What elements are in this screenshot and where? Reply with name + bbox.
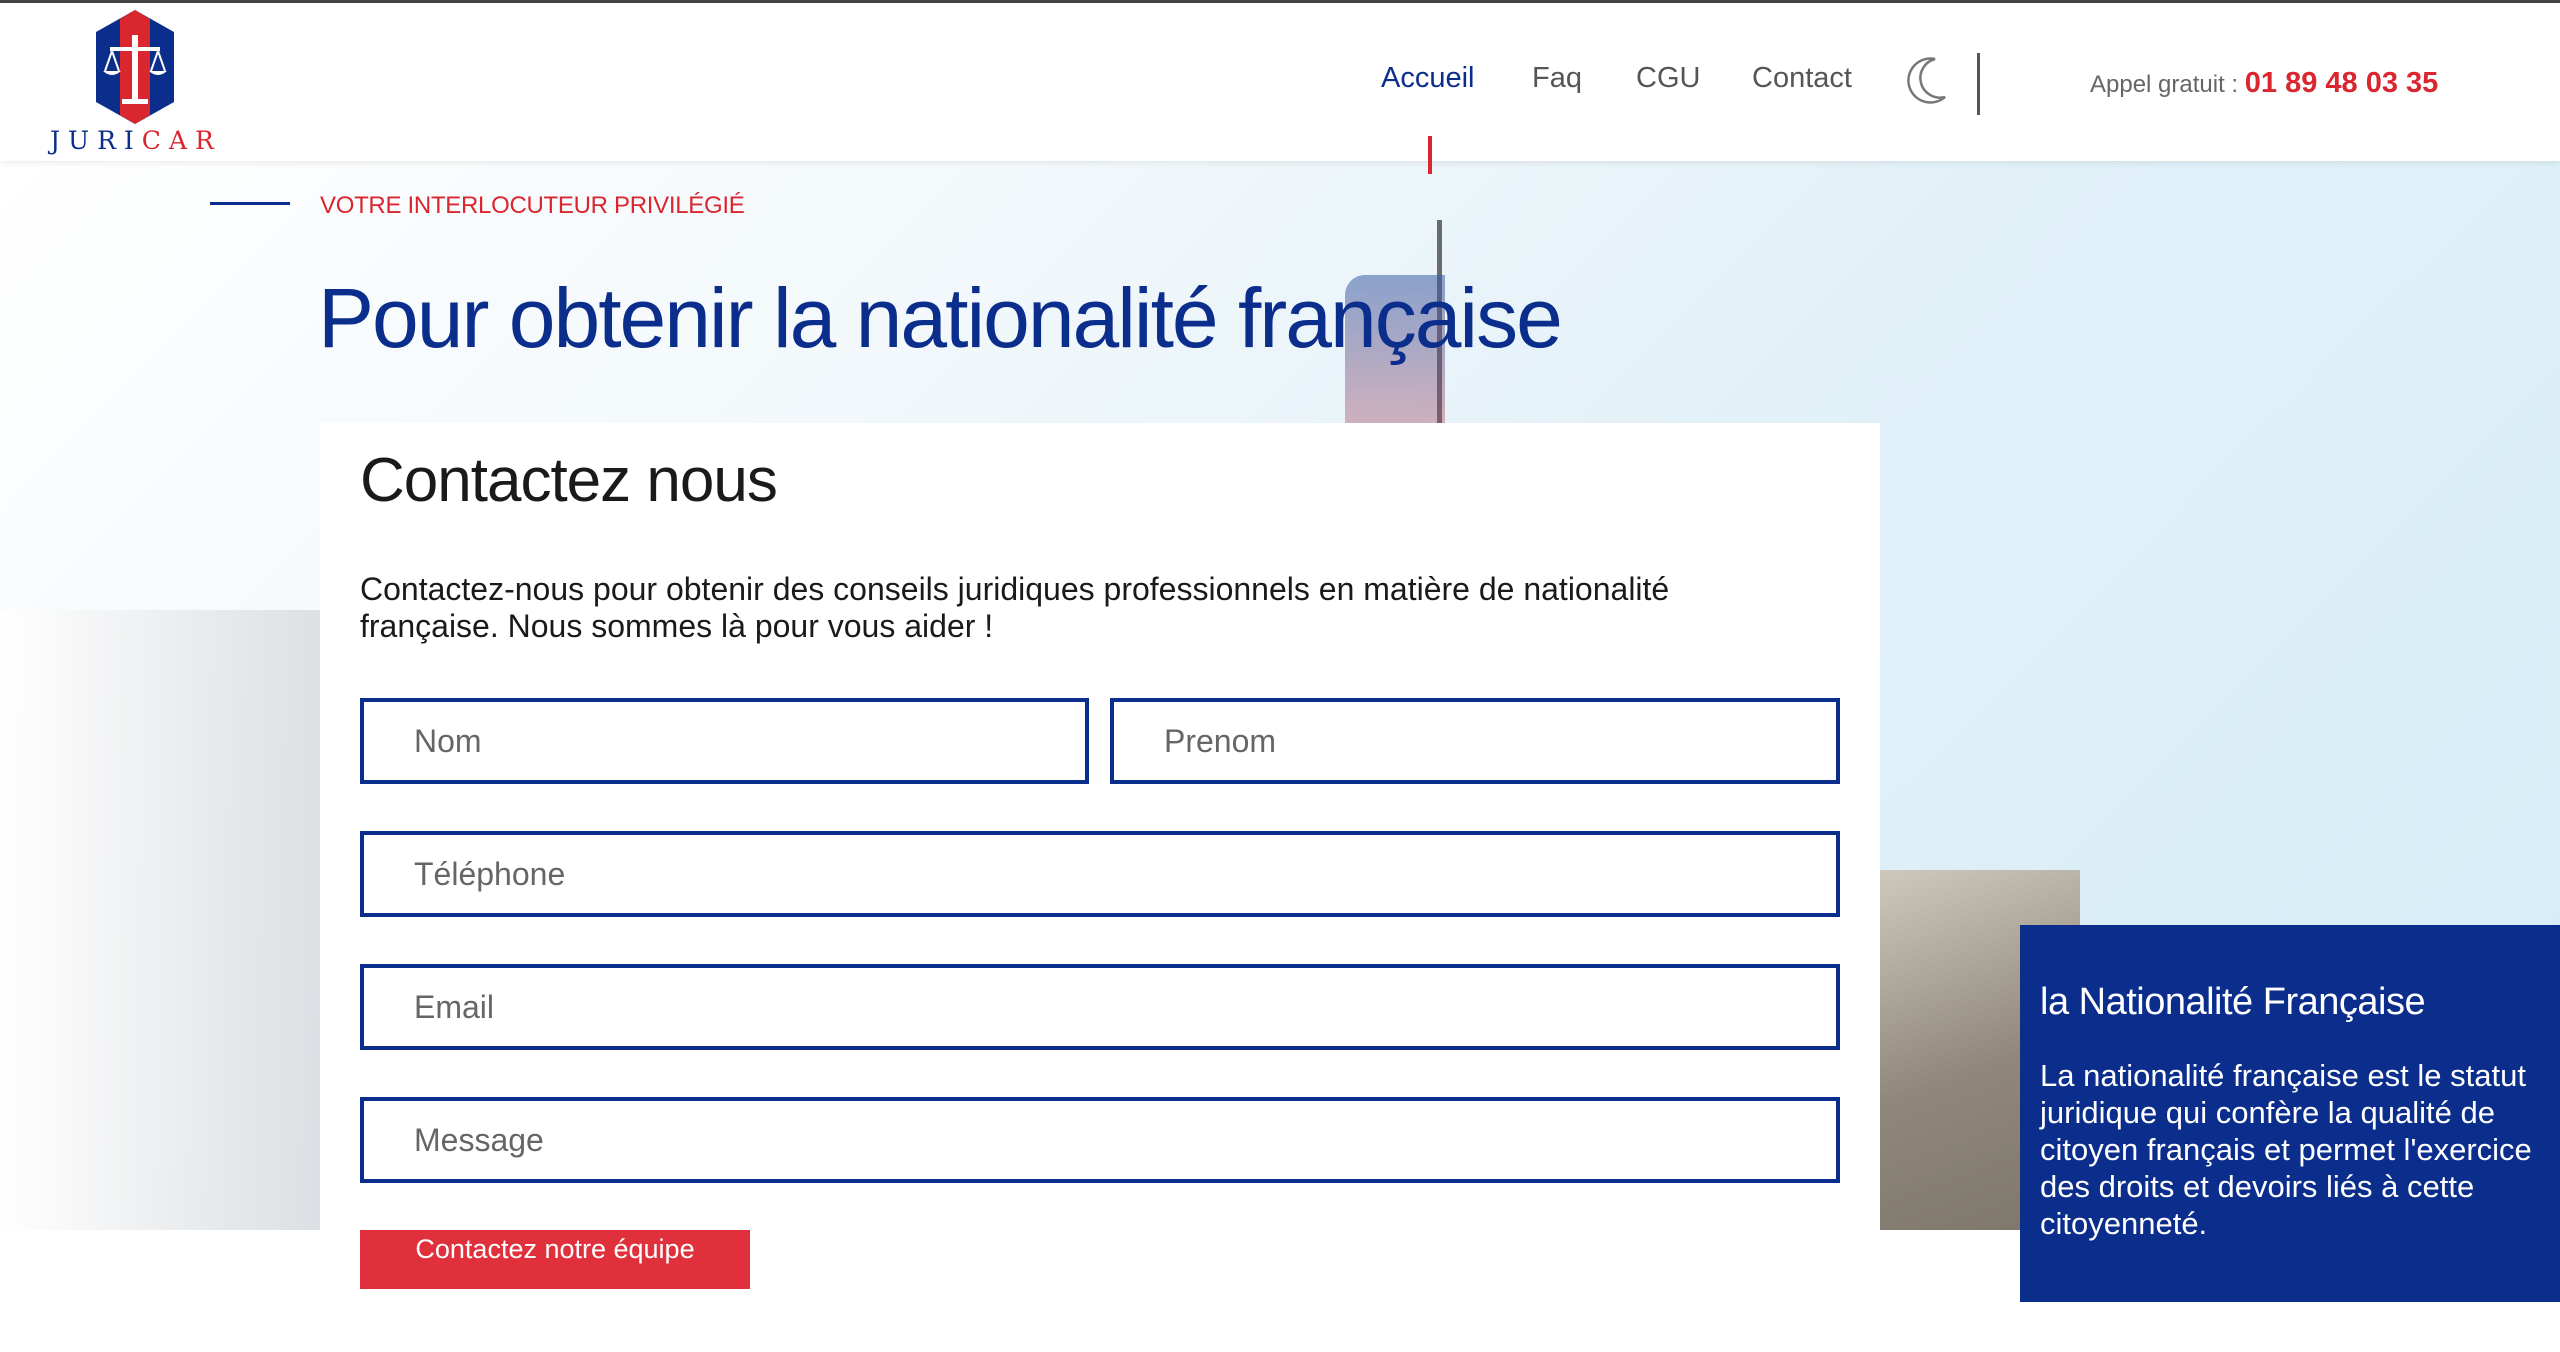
logo-wordmark: JURICAR	[50, 126, 222, 155]
message-input[interactable]	[360, 1097, 1840, 1183]
nom-input[interactable]	[360, 698, 1089, 784]
info-box: la Nationalité Française La nationalité …	[2020, 925, 2560, 1302]
phone-number[interactable]: 01 89 48 03 35	[2245, 67, 2439, 99]
info-text: La nationalité française est le statut j…	[2040, 1058, 2532, 1241]
nav-item-contact[interactable]: Contact	[1752, 62, 1852, 95]
nav-active-indicator	[1428, 136, 1432, 174]
contact-form-card: Contactez nous Contactez-nous pour obten…	[320, 423, 1880, 1230]
hero-eyebrow: VOTRE INTERLOCUTEUR PRIVILÉGIÉ	[320, 192, 745, 219]
building-left-image	[0, 610, 320, 1230]
prenom-input[interactable]	[1110, 698, 1840, 784]
telephone-input[interactable]	[360, 831, 1840, 917]
nav-item-cgu[interactable]: CGU	[1636, 62, 1700, 95]
nav-item-faq[interactable]: Faq	[1532, 62, 1582, 95]
eyebrow-line	[210, 202, 290, 205]
form-description: Contactez-nous pour obtenir des conseils…	[360, 571, 1670, 644]
header-divider	[1977, 53, 1980, 115]
email-input[interactable]	[360, 964, 1840, 1050]
phone-contact[interactable]: Appel gratuit : 01 89 48 03 35	[2090, 67, 2438, 100]
hero-title: Pour obtenir la nationalité française	[318, 271, 1563, 365]
nav-item-accueil[interactable]: Accueil	[1381, 62, 1475, 95]
site-header: JURICAR Accueil Faq CGU Contact Appel gr…	[0, 3, 2560, 161]
moon-icon[interactable]	[1905, 55, 1949, 105]
info-title: la Nationalité Française	[2040, 981, 2426, 1023]
form-title: Contactez nous	[360, 446, 778, 515]
phone-label: Appel gratuit :	[2090, 71, 2239, 98]
